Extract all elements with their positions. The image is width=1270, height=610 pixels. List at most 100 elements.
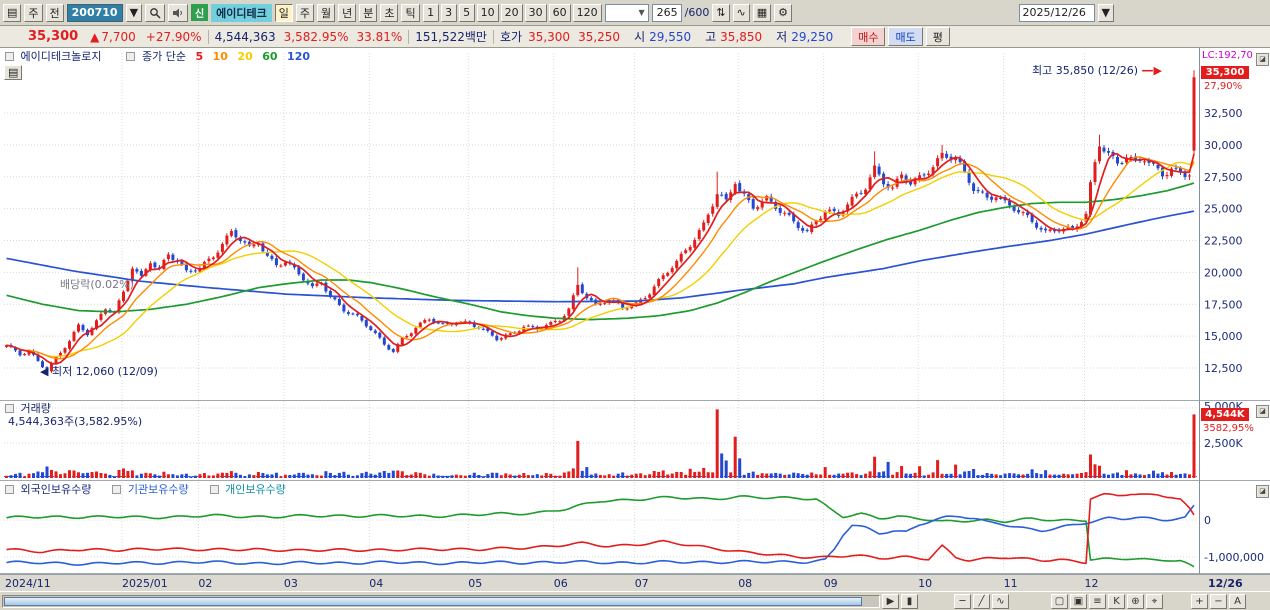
prev-stock-button[interactable]: 전	[45, 3, 64, 22]
scroll-right-button[interactable]: ▶	[882, 593, 899, 609]
svg-text:-1,000,000: -1,000,000	[1204, 551, 1264, 564]
interval-button[interactable]: 60	[548, 3, 571, 22]
lc-label: LC:192,70	[1202, 50, 1253, 61]
search-icon[interactable]	[145, 3, 166, 22]
trade-value: 151,522백만	[415, 30, 487, 44]
svg-text:22,500: 22,500	[1204, 235, 1243, 248]
time-axis-label: 07	[634, 577, 649, 590]
date-field[interactable]: 2025/12/26	[1018, 3, 1095, 22]
stock-code-input[interactable]: 200710	[66, 3, 123, 22]
code-dropdown-icon[interactable]: ▼	[125, 3, 143, 22]
svg-text:12,500: 12,500	[1204, 362, 1243, 375]
window-icon[interactable]: ▤	[3, 3, 22, 22]
legend-ma60: 60	[262, 50, 278, 63]
time-axis-label: 11	[1003, 577, 1018, 590]
chart-scrollbar[interactable]	[2, 594, 880, 608]
period-week-button[interactable]: 주	[295, 3, 314, 22]
data-table-icon[interactable]: ▤	[4, 65, 23, 80]
legend-ma-type: 종가 단순	[141, 50, 186, 63]
interval-button-group: 1 3 5 10 20 30 60 120	[422, 3, 602, 22]
buy-button[interactable]: 매수	[851, 27, 886, 46]
line-tool[interactable]: ─	[954, 593, 971, 609]
period-minute-button[interactable]: 분	[359, 3, 378, 22]
period-month-button[interactable]: 월	[316, 3, 336, 22]
period-day-button[interactable]: 일	[274, 3, 293, 22]
legend-bullet-icon	[126, 52, 136, 61]
interval-button[interactable]: 120	[572, 3, 602, 22]
current-pct-tag: 27,90%	[1204, 81, 1243, 92]
legend-bullet-icon	[5, 52, 14, 61]
svg-text:17,500: 17,500	[1204, 298, 1243, 311]
svg-text:32,500: 32,500	[1204, 107, 1243, 120]
speaker-icon[interactable]	[168, 3, 189, 22]
time-axis-label: 2024/11	[5, 577, 51, 590]
hoga-ask: 35,250	[578, 29, 621, 44]
zoom-in-button[interactable]: +	[1191, 593, 1208, 609]
svg-text:0: 0	[1204, 514, 1211, 527]
stock-name-field[interactable]: 에이디테크	[211, 3, 272, 22]
chart-legend: 에이디테크놀로지 종가 단순 5 10 20 60 120	[5, 51, 310, 63]
list-tool[interactable]: ≡	[1089, 593, 1106, 609]
interval-combo[interactable]: ▼	[604, 3, 649, 22]
svg-text:27,500: 27,500	[1204, 171, 1243, 184]
volume-pane-expand-button[interactable]: ◪	[1256, 405, 1269, 418]
drawing-icon[interactable]: ∿	[732, 3, 750, 22]
calendar-dropdown-icon[interactable]: ▼	[1097, 3, 1114, 22]
compare-icon[interactable]: ⇅	[712, 3, 730, 22]
trend-tool[interactable]: ╱	[973, 593, 990, 609]
chart-tool-group: ▢ ▣ ≡ K ⊕ ⌖	[1049, 593, 1163, 609]
stock-type-button[interactable]: 주	[24, 3, 43, 22]
time-axis-label: 05	[468, 577, 483, 590]
legend-bullet-icon	[5, 404, 14, 413]
pattern-tool[interactable]: ▣	[1070, 593, 1087, 609]
interval-button[interactable]: 30	[524, 3, 547, 22]
period-year-button[interactable]: 년	[338, 3, 357, 22]
interval-button[interactable]: 20	[500, 3, 523, 22]
time-axis-label: 02	[198, 577, 213, 590]
low-label: 저	[776, 30, 788, 44]
interval-button[interactable]: 1	[422, 3, 439, 22]
sell-button[interactable]: 매도	[888, 27, 923, 46]
avg-button[interactable]: 평	[925, 27, 950, 46]
scrollbar-thumb[interactable]	[4, 596, 862, 606]
font-size-button[interactable]: A	[1229, 593, 1246, 609]
scroll-mode-button[interactable]: ▮	[901, 593, 918, 609]
crosshair-tool[interactable]: ⌖	[1146, 593, 1163, 609]
svg-text:25,000: 25,000	[1204, 203, 1243, 216]
volume-ratio: 3,582.95%	[283, 29, 349, 44]
current-volume-pct: 3582,95%	[1203, 423, 1254, 434]
wave-tool[interactable]: ∿	[992, 593, 1009, 609]
k-chart-tool[interactable]: K	[1108, 593, 1125, 609]
interval-button[interactable]: 5	[458, 3, 475, 22]
time-axis-label: 12	[1084, 577, 1099, 590]
target-tool[interactable]: ⊕	[1127, 593, 1144, 609]
holdings-legend: 외국인보유수량 기관보유수량 개인보유수량	[5, 484, 286, 496]
price-pane-expand-button[interactable]: ◪	[1256, 53, 1269, 66]
bar-total-label: /600	[684, 6, 710, 19]
volume-title: 거래량	[5, 403, 51, 415]
open-label: 시	[634, 30, 646, 44]
legend-stock-name: 에이디테크놀로지	[20, 50, 102, 63]
line-tool-group: ─ ╱ ∿	[952, 593, 1009, 609]
period-second-button[interactable]: 초	[380, 3, 399, 22]
grid-style-icon[interactable]: ▦	[752, 3, 772, 22]
svg-text:15,000: 15,000	[1204, 330, 1243, 343]
box-tool[interactable]: ▢	[1051, 593, 1068, 609]
holdings-pane-expand-button[interactable]: ◪	[1256, 485, 1269, 498]
bar-count-input[interactable]: 265	[651, 3, 682, 22]
time-axis-label: 10	[918, 577, 933, 590]
turnover-ratio: 33.81%	[356, 29, 403, 44]
open-value: 29,550	[649, 29, 692, 44]
zoom-out-button[interactable]: −	[1210, 593, 1227, 609]
settings-gear-icon[interactable]: ⚙	[774, 3, 793, 22]
zoom-group: + − A	[1189, 593, 1246, 609]
hoga-label: 호가	[499, 30, 523, 44]
interval-button[interactable]: 10	[476, 3, 499, 22]
volume-subtitle: 4,544,363주(3,582.95%)	[8, 415, 143, 428]
holdings-label-institution: 기관보유수량	[127, 483, 189, 496]
period-tick-button[interactable]: 틱	[401, 3, 420, 22]
legend-ma10: 10	[212, 50, 228, 63]
interval-button[interactable]: 3	[440, 3, 457, 22]
credit-badge: 신	[191, 4, 209, 21]
time-axis-label: 04	[369, 577, 384, 590]
